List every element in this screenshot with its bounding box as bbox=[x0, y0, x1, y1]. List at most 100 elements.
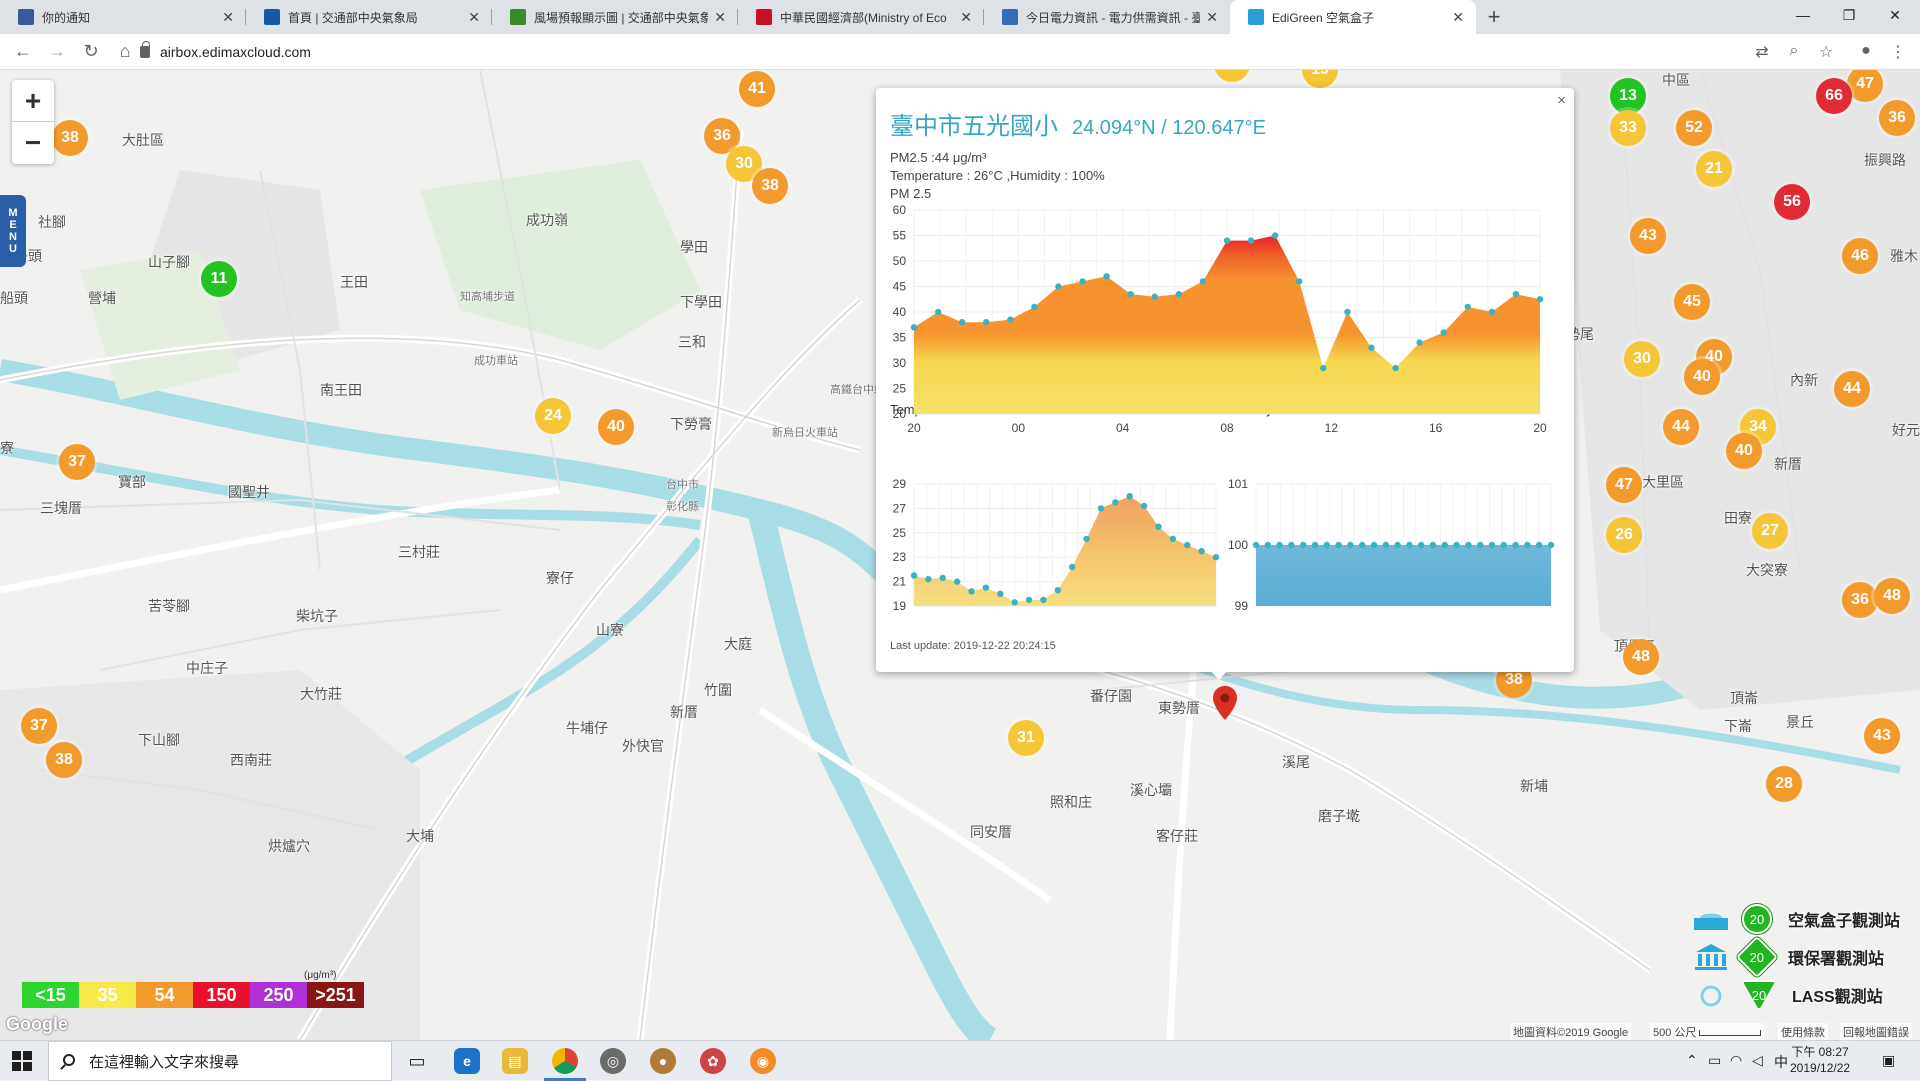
close-window-icon[interactable]: ✕ bbox=[1872, 0, 1918, 30]
system-clock[interactable]: 下午 08:27 2019/12/22 bbox=[1790, 1044, 1850, 1076]
tab-title: 你的通知 bbox=[42, 10, 91, 25]
sensor-marker[interactable]: 44 bbox=[1663, 409, 1699, 445]
legend-cell: 150 bbox=[193, 982, 250, 1008]
lass-station-icon bbox=[1700, 985, 1722, 1007]
sensor-marker[interactable]: 36 bbox=[1879, 100, 1915, 136]
place-label: 番仔園 bbox=[1090, 688, 1132, 704]
browser-tab[interactable]: 中華民國經濟部(Ministry of Eco ✕ bbox=[738, 0, 984, 34]
location-pin-icon[interactable] bbox=[1212, 686, 1238, 722]
zoom-out-button[interactable]: − bbox=[12, 122, 54, 164]
tab-close-icon[interactable]: ✕ bbox=[1452, 9, 1464, 26]
browser-tab[interactable]: EdiGreen 空氣盒子 ✕ bbox=[1230, 0, 1476, 34]
app-animal-icon[interactable]: ● bbox=[650, 1048, 676, 1074]
task-view-icon[interactable]: ▭ bbox=[404, 1048, 430, 1074]
data-point bbox=[925, 575, 932, 583]
legend-lass-row[interactable]: 20 LASS觀測站 bbox=[1690, 976, 1900, 1014]
data-point bbox=[1347, 541, 1354, 549]
data-point bbox=[1223, 237, 1231, 244]
sensor-marker[interactable]: 30 bbox=[1624, 341, 1660, 377]
address-bar[interactable]: airbox.edimaxcloud.com bbox=[140, 39, 1750, 65]
forward-icon[interactable]: → bbox=[40, 35, 74, 69]
ime-indicator[interactable]: 中 bbox=[1774, 1052, 1788, 1072]
place-label: 新烏日火車站 bbox=[772, 427, 838, 439]
sensor-marker[interactable]: 40 bbox=[598, 409, 634, 445]
app-compass-icon[interactable]: ◎ bbox=[600, 1048, 626, 1074]
sensor-marker[interactable]: 40 bbox=[1684, 359, 1720, 395]
sensor-marker[interactable]: 46 bbox=[1842, 238, 1878, 274]
sensor-marker[interactable]: 47 bbox=[1606, 467, 1642, 503]
sensor-marker[interactable]: 43 bbox=[1630, 218, 1666, 254]
back-icon[interactable]: ← bbox=[6, 35, 40, 69]
minimize-icon[interactable]: — bbox=[1780, 0, 1826, 30]
legend-badge: 20 bbox=[1742, 904, 1772, 934]
sensor-marker[interactable]: 44 bbox=[1834, 371, 1870, 407]
tab-close-icon[interactable]: ✕ bbox=[1206, 9, 1218, 26]
chrome-icon[interactable] bbox=[544, 1048, 586, 1081]
home-icon[interactable]: ⌂ bbox=[108, 35, 142, 69]
sensor-marker[interactable]: 48 bbox=[1623, 639, 1659, 675]
file-explorer-icon[interactable]: ▤ bbox=[502, 1048, 528, 1074]
zoom-in-button[interactable]: + bbox=[12, 80, 54, 122]
legend-epa-row[interactable]: 20 環保署觀測站 bbox=[1690, 935, 1900, 979]
legend-airbox-row[interactable]: 20 空氣盒子觀測站 bbox=[1690, 900, 1900, 938]
browser-tab[interactable]: 首頁 | 交通部中央氣象局 ✕ bbox=[246, 0, 492, 34]
map-scale[interactable]: 500 公尺 bbox=[1650, 1023, 1765, 1040]
sensor-marker[interactable]: 38 bbox=[752, 168, 788, 204]
sensor-marker[interactable]: 28 bbox=[1766, 766, 1802, 802]
sensor-marker[interactable]: 33 bbox=[1610, 110, 1646, 146]
tab-favicon bbox=[1248, 9, 1264, 25]
sensor-marker[interactable]: 40 bbox=[1726, 433, 1762, 469]
tab-close-icon[interactable]: ✕ bbox=[714, 9, 726, 26]
profile-icon[interactable]: ● bbox=[1854, 42, 1878, 60]
zoom-icon[interactable]: ⌕ bbox=[1782, 42, 1806, 60]
sensor-marker[interactable]: 27 bbox=[1752, 513, 1788, 549]
sensor-marker[interactable]: 36 bbox=[1842, 582, 1878, 618]
terms-link[interactable]: 使用條款 bbox=[1778, 1023, 1828, 1040]
edge-browser-icon[interactable]: e bbox=[454, 1048, 480, 1074]
sensor-marker[interactable]: 37 bbox=[59, 444, 95, 480]
reload-icon[interactable]: ↻ bbox=[74, 35, 108, 69]
bookmark-star-icon[interactable]: ☆ bbox=[1814, 42, 1838, 62]
sensor-marker[interactable]: 13 bbox=[1610, 78, 1646, 114]
tab-close-icon[interactable]: ✕ bbox=[468, 9, 480, 26]
new-tab-button[interactable]: + bbox=[1476, 0, 1512, 34]
sensor-marker[interactable]: 56 bbox=[1774, 184, 1810, 220]
notification-icon[interactable]: ▣ bbox=[1882, 1052, 1895, 1069]
browser-tab[interactable]: 風場預報顯示圖 | 交通部中央氣象 ✕ bbox=[492, 0, 738, 34]
sensor-marker[interactable]: 41 bbox=[739, 71, 775, 107]
app-paint-icon[interactable]: ✿ bbox=[700, 1048, 726, 1074]
tray-expand-icon[interactable]: ⌃ bbox=[1686, 1052, 1698, 1069]
battery-icon[interactable]: ▭ bbox=[1708, 1052, 1721, 1069]
menu-button[interactable]: M E N U bbox=[0, 195, 26, 267]
windows-start-icon[interactable] bbox=[12, 1051, 32, 1071]
chrome-menu-icon[interactable]: ⋮ bbox=[1886, 42, 1910, 62]
network-icon[interactable]: ◠ bbox=[1730, 1052, 1742, 1069]
translate-icon[interactable]: ⇄ bbox=[1750, 42, 1774, 62]
sensor-marker[interactable]: 66 bbox=[1816, 78, 1852, 114]
place-label: 大肚區 bbox=[122, 132, 164, 148]
sensor-marker[interactable]: 48 bbox=[1874, 578, 1910, 614]
sensor-marker[interactable]: 11 bbox=[201, 261, 237, 297]
sensor-marker[interactable]: 31 bbox=[1008, 720, 1044, 756]
browser-tab[interactable]: 你的通知 ✕ bbox=[0, 0, 246, 34]
tab-close-icon[interactable]: ✕ bbox=[960, 9, 972, 26]
data-point bbox=[1151, 293, 1158, 300]
sensor-marker[interactable]: 45 bbox=[1674, 284, 1710, 320]
volume-icon[interactable]: ◁ bbox=[1752, 1052, 1763, 1069]
sensor-marker[interactable]: 24 bbox=[535, 398, 571, 434]
report-error-link[interactable]: 回報地圖錯誤 bbox=[1840, 1023, 1912, 1040]
sensor-marker[interactable]: 26 bbox=[1606, 517, 1642, 553]
tab-close-icon[interactable]: ✕ bbox=[222, 9, 234, 26]
browser-tab[interactable]: 今日電力資訊 - 電力供需資訊 - 臺 ✕ bbox=[984, 0, 1230, 34]
sensor-marker[interactable]: 21 bbox=[1696, 151, 1732, 187]
sensor-marker[interactable]: 43 bbox=[1864, 718, 1900, 754]
sensor-marker[interactable]: 37 bbox=[21, 708, 57, 744]
menu-letter: M bbox=[8, 207, 18, 219]
sensor-marker[interactable]: 38 bbox=[52, 120, 88, 156]
taskbar-search-box[interactable]: 在這裡輸入文字來搜尋 bbox=[48, 1041, 392, 1081]
sensor-marker[interactable]: 38 bbox=[46, 742, 82, 778]
maximize-icon[interactable]: ❐ bbox=[1826, 0, 1872, 30]
map-canvas[interactable]: 大肚區 社腳 成功嶺 學田 下學田 王田 營埔 山子腳 船頭 三和 南王田 成功車站 知高埔步道 高鐵台中… bbox=[0, 70, 1920, 1040]
sensor-marker[interactable]: 52 bbox=[1676, 110, 1712, 146]
blender-icon[interactable]: ◉ bbox=[750, 1048, 776, 1074]
